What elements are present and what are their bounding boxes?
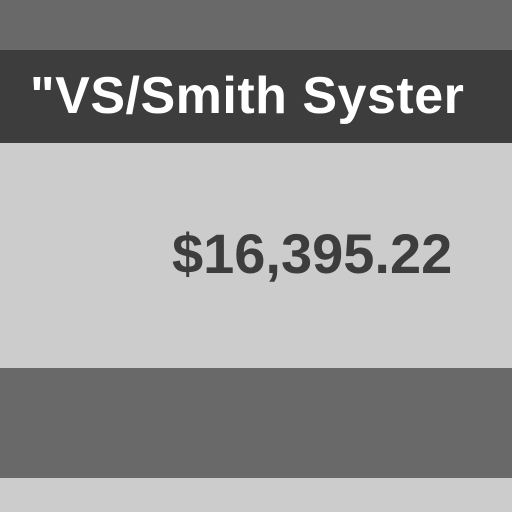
footer-strip [0, 478, 512, 512]
screen: "VS/Smith Syster $16,395.22 [0, 0, 512, 512]
title-bar: "VS/Smith Syster [0, 50, 512, 143]
bottom-band [0, 368, 512, 478]
page-title: "VS/Smith Syster [30, 67, 465, 125]
top-band [0, 0, 512, 50]
amount-value: $16,395.22 [172, 222, 453, 285]
